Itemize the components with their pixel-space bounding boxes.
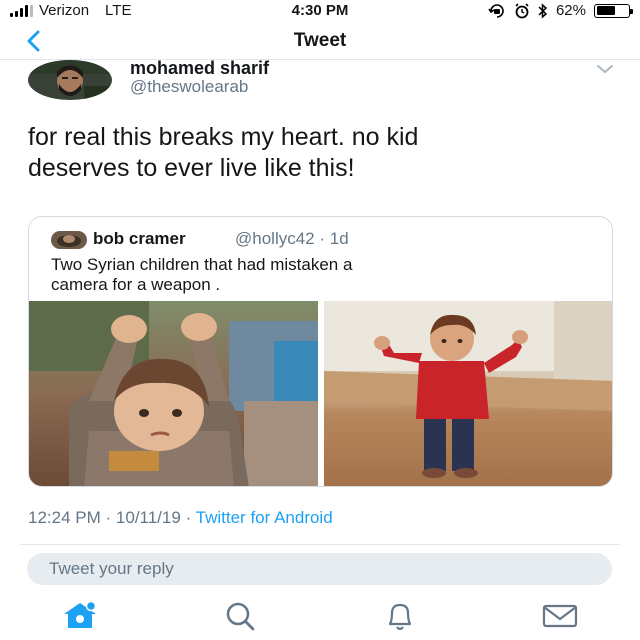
search-icon: [226, 602, 255, 631]
tab-search[interactable]: [218, 598, 262, 634]
bottom-tab-bar: [0, 598, 640, 640]
quoted-tweet-age: 1d: [329, 229, 349, 248]
messages-icon: [542, 604, 578, 628]
quoted-author-avatar: [51, 231, 87, 249]
author-name[interactable]: mohamed sharif: [130, 58, 269, 79]
tab-notifications[interactable]: [378, 598, 422, 634]
tweet-date: 10/11/19: [115, 508, 181, 527]
chevron-down-icon: [597, 65, 613, 74]
nav-bar: Tweet: [0, 22, 640, 60]
quoted-photo-child-red-shirt[interactable]: [324, 301, 612, 486]
status-bar: Verizon LTE 4:30 PM 62%: [0, 0, 640, 22]
author-avatar[interactable]: [28, 60, 112, 100]
reply-input[interactable]: Tweet your reply: [27, 553, 612, 585]
home-icon: [64, 600, 97, 628]
author-handle[interactable]: @theswolearab: [130, 77, 248, 97]
lock-rotation-icon: [488, 3, 504, 18]
tweet-text: for real this breaks my heart. no kid de…: [28, 122, 608, 184]
tab-messages[interactable]: [538, 598, 582, 634]
battery-fill: [596, 6, 616, 15]
quoted-author-name: bob cramer: [93, 229, 186, 248]
meta-separator: ·: [105, 508, 112, 527]
quoted-text-line: camera for a weapon .: [51, 275, 221, 294]
alarm-icon: [515, 2, 529, 18]
quoted-text-line: Two Syrian children that had mistaken a: [51, 255, 353, 274]
tweet-text-line: for real this breaks my heart. no kid: [28, 123, 419, 151]
tweet-text-line: deserves to ever live like this!: [28, 154, 355, 182]
divider: [20, 544, 620, 545]
tweet-options-button[interactable]: [594, 62, 616, 76]
quoted-author-meta: @hollyc42 · 1d: [235, 229, 349, 249]
tab-home[interactable]: [58, 598, 102, 634]
meta-separator: ·: [319, 229, 326, 248]
status-right: 62%: [488, 2, 633, 19]
battery-percent: 62%: [555, 2, 586, 19]
bluetooth-icon: [538, 2, 548, 19]
quoted-tweet-text: Two Syrian children that had mistaken a …: [51, 255, 591, 295]
battery-tip: [630, 8, 633, 14]
quoted-photo-child-arms-raised[interactable]: [29, 301, 318, 486]
notifications-icon: [388, 603, 412, 631]
meta-separator: ·: [185, 508, 192, 527]
tweet-source-link[interactable]: Twitter for Android: [196, 508, 333, 527]
battery-icon: [594, 3, 633, 18]
quoted-author-handle: @hollyc42: [235, 229, 315, 248]
tweet-meta: 12:24 PM · 10/11/19 · Twitter for Androi…: [28, 508, 333, 528]
tweet-time: 12:24 PM: [28, 508, 101, 527]
quoted-tweet-card[interactable]: bob cramer @hollyc42 · 1d Two Syrian chi…: [28, 216, 613, 487]
page-title: Tweet: [293, 30, 347, 51]
